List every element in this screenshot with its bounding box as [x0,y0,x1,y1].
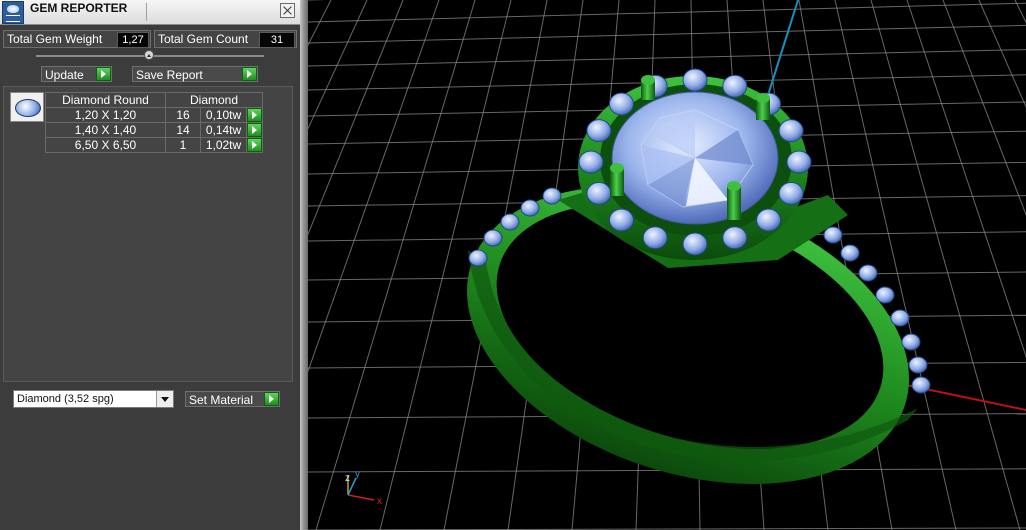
center-diamond [611,91,779,225]
gem-table-header: Diamond Round Diamond [45,92,263,108]
save-report-button-label: Save Report [136,68,203,82]
set-material-button[interactable]: Set Material [185,391,280,407]
table-row[interactable]: 1,20 X 1,20 16 0,10tw [45,107,263,123]
3d-scene[interactable]: x y z [308,0,1026,530]
update-button-label: Update [45,68,84,82]
total-gem-weight-label: Total Gem Weight [7,32,103,46]
gem-size: 1,40 X 1,40 [45,122,166,138]
gem-table: Diamond Round Diamond 1,20 X 1,20 16 0,1… [45,92,263,153]
material-select-value: Diamond (3,52 spg) [17,393,114,405]
panel-splitter[interactable] [300,0,308,530]
material-select[interactable]: Diamond (3,52 spg) [13,390,174,408]
gem-reporter-panel: GEM REPORTER Total Gem Weight 1,27 Total… [0,0,300,530]
title-bar[interactable]: GEM REPORTER [0,0,300,25]
gizmo-y-label: y [355,469,360,480]
gem-weight: 0,14tw [200,122,247,138]
row-play-icon[interactable] [247,138,262,152]
axis-gizmo: x y z [345,469,382,507]
diamond-round-thumbnail-icon[interactable] [10,92,44,122]
total-gem-weight-box: Total Gem Weight 1,27 [3,30,151,48]
table-row[interactable]: 6,50 X 6,50 1 1,02tw [45,137,263,153]
update-button[interactable]: Update [41,66,112,82]
row-action-cell [246,137,263,153]
total-gem-count-value: 31 [259,32,295,48]
row-action-cell [246,107,263,123]
table-row[interactable]: 1,40 X 1,40 14 0,14tw [45,122,263,138]
window-title: GEM REPORTER [30,1,128,15]
set-material-button-label: Set Material [189,393,254,407]
material-header: Diamond [165,92,263,108]
gem-weight: 1,02tw [200,137,247,153]
row-play-icon[interactable] [247,108,262,122]
gizmo-x-label: x [377,496,382,507]
gem-weight: 0,10tw [200,107,247,123]
total-gem-weight-value: 1,27 [117,32,149,48]
shape-header: Diamond Round [45,92,166,108]
close-icon[interactable] [280,3,295,18]
panel-slider-knob[interactable] [144,50,154,60]
total-gem-count-label: Total Gem Count [158,32,249,46]
save-report-button[interactable]: Save Report [132,66,258,82]
row-play-icon[interactable] [247,123,262,137]
chevron-down-icon[interactable] [156,391,173,407]
gem-reporter-app-icon [2,1,24,24]
gem-count: 16 [165,107,201,123]
set-material-play-icon[interactable] [264,392,279,406]
gem-count: 14 [165,122,201,138]
update-play-icon[interactable] [96,67,111,81]
row-action-cell [246,122,263,138]
gem-size: 1,20 X 1,20 [45,107,166,123]
gem-count: 1 [165,137,201,153]
gizmo-z-label: z [345,473,350,484]
title-divider [146,3,147,21]
save-report-play-icon[interactable] [242,67,257,81]
3d-viewport[interactable]: x y z [308,0,1026,530]
gem-size: 6,50 X 6,50 [45,137,166,153]
total-gem-count-box: Total Gem Count 31 [154,30,297,48]
